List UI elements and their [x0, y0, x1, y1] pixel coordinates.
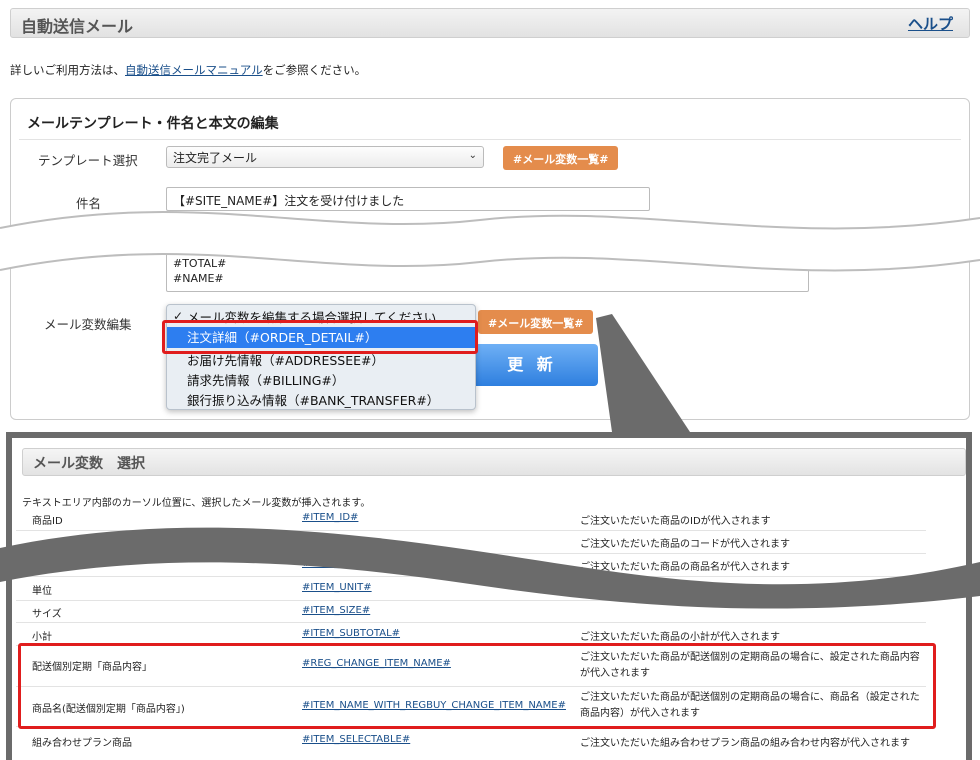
intro-text: 詳しいご利用方法は、自動送信メールマニュアルをご参照ください。 [10, 62, 366, 78]
variables-panel-header: メール変数 選択 [22, 448, 966, 476]
row-divider [16, 553, 926, 554]
intro-before: 詳しいご利用方法は、 [10, 63, 125, 77]
var-desc: ご注文いただいた商品のコードが代入されます [580, 539, 790, 550]
var-code-link[interactable]: #ITEM_SIZE# [302, 605, 370, 616]
row-divider [16, 600, 926, 601]
row-divider [16, 530, 926, 531]
var-name: 商品ID [32, 516, 63, 527]
highlight-box-regular-rows [18, 643, 936, 729]
var-name: 単位 [32, 586, 52, 597]
subject-label: 件名 [76, 196, 102, 211]
page-header: 自動送信メール ヘルプ [10, 8, 970, 38]
variable-list-button[interactable]: #メール変数一覧# [503, 146, 619, 170]
variables-panel-title: メール変数 選択 [33, 456, 145, 472]
row-divider [16, 576, 926, 577]
template-select-value: 注文完了メール [173, 151, 258, 165]
var-name: 組み合わせプラン商品 [32, 738, 132, 749]
var-code-link[interactable]: #ITEM_SELECTABLE# [302, 734, 410, 745]
var-code-link[interactable]: #ITEM_UNIT# [302, 582, 372, 593]
variables-panel-description: テキストエリア内部のカーソル位置に、選択したメール変数が挿入されます。 [22, 498, 371, 509]
var-code-link[interactable]: #ITEM_N [302, 558, 347, 569]
var-desc: ご注文いただいた商品の商品名が代入されます [580, 562, 790, 573]
body-textarea[interactable]: 決済方法：#PAYMENT# ありがとうございます。 #TOTAL# #NAME# [166, 230, 809, 292]
var-desc: ご注文いただいた組み合わせプラン商品の組み合わせ内容が代入されます [580, 738, 910, 749]
update-button[interactable]: 更 新 [466, 344, 598, 386]
var-name: サイズ [32, 609, 62, 620]
intro-after: をご参照ください。 [262, 63, 367, 77]
body-line-total: #TOTAL# [173, 257, 227, 270]
body-line-1: 決済方法：#PAYMENT# ありがとうございます。 [173, 235, 599, 250]
var-code-link[interactable]: #ITEM_SUBTOTAL# [302, 628, 400, 639]
dropdown-option-bank-transfer[interactable]: 銀行振り込み情報（#BANK_TRANSFER#） [187, 390, 439, 409]
divider [19, 139, 961, 140]
page-title: 自動送信メール [21, 17, 134, 36]
variable-edit-label: メール変数編集 [44, 317, 132, 332]
subject-input[interactable]: 【#SITE_NAME#】注文を受け付けました [166, 187, 650, 211]
template-select[interactable]: 注文完了メール ⌄ [166, 146, 484, 168]
var-desc: ご注文いただいた商品のIDが代入されます [580, 516, 771, 527]
body-line-name: #NAME# [173, 272, 224, 285]
manual-link[interactable]: 自動送信メールマニュアル [125, 63, 263, 77]
chevron-down-icon: ⌄ [468, 150, 477, 161]
var-name: 小計 [32, 632, 52, 643]
help-link[interactable]: ヘルプ [908, 13, 953, 34]
dropdown-option-billing[interactable]: 請求先情報（#BILLING#） [187, 370, 344, 389]
editor-section-title: メールテンプレート・件名と本文の編集 [27, 116, 279, 132]
template-select-label: テンプレート選択 [38, 153, 138, 168]
var-desc: ご注文いただいた商品の単価(税込)が代入されます [580, 586, 808, 597]
row-divider [16, 622, 926, 623]
var-desc: ご注文いただいた商品の小計が代入されます [580, 632, 780, 643]
highlight-box-selected-option [162, 320, 478, 354]
variable-list-button-2[interactable]: #メール変数一覧# [478, 310, 594, 334]
var-code-link[interactable]: #ITEM_ID# [302, 512, 358, 523]
